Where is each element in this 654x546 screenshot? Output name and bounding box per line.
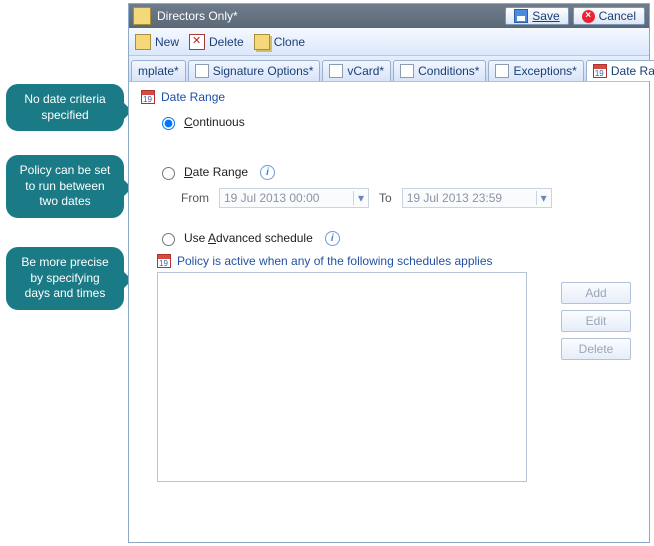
clock-icon [157, 254, 171, 268]
schedule-buttons: Add Edit Delete [561, 282, 631, 360]
info-icon[interactable]: i [260, 165, 275, 180]
tab-date-range[interactable]: Date Range [586, 60, 654, 81]
save-label: Save [532, 9, 559, 23]
schedule-description-text: Policy is active when any of the followi… [177, 254, 493, 268]
to-date-input[interactable]: 19 Jul 2013 23:59 ▾ [402, 188, 552, 208]
tab-label: Signature Options* [213, 64, 314, 78]
vcard-icon [329, 64, 343, 78]
section-title: Date Range [161, 90, 225, 104]
tab-label: Conditions* [418, 64, 479, 78]
cancel-label: Cancel [599, 9, 636, 23]
titlebar: Directors Only* Save × Cancel [129, 4, 649, 28]
delete-icon [189, 34, 205, 50]
clone-label: Clone [274, 35, 305, 49]
toolbar-delete[interactable]: Delete [189, 34, 244, 50]
chevron-down-icon: ▾ [536, 191, 547, 205]
conditions-icon [400, 64, 414, 78]
radio-date-range[interactable] [162, 167, 175, 180]
toolbar-clone[interactable]: Clone [254, 34, 305, 50]
to-label: To [379, 191, 392, 205]
cancel-icon: × [582, 10, 595, 23]
delete-label: Delete [209, 35, 244, 49]
document-icon [133, 7, 151, 25]
tab-conditions[interactable]: Conditions* [393, 60, 486, 81]
window-title: Directors Only* [157, 9, 501, 23]
option-continuous-label: Continuous [184, 115, 245, 129]
cancel-button[interactable]: × Cancel [573, 7, 645, 25]
tab-label: vCard* [347, 64, 384, 78]
date-range-row: From 19 Jul 2013 00:00 ▾ To 19 Jul 2013 … [181, 188, 637, 208]
callout-continuous: No date criteria specified [6, 84, 124, 131]
save-button[interactable]: Save [505, 7, 568, 25]
from-label: From [181, 191, 209, 205]
schedule-description: Policy is active when any of the followi… [157, 254, 637, 268]
option-date-range-label: Date Range [184, 165, 248, 179]
from-date-input[interactable]: 19 Jul 2013 00:00 ▾ [219, 188, 369, 208]
tab-template[interactable]: mplate* [131, 60, 186, 81]
radio-advanced-schedule[interactable] [162, 233, 175, 246]
tab-exceptions[interactable]: Exceptions* [488, 60, 583, 81]
edit-button[interactable]: Edit [561, 310, 631, 332]
tab-signature-options[interactable]: Signature Options* [188, 60, 321, 81]
tab-label: Date Range [611, 64, 654, 78]
app-window: Directors Only* Save × Cancel New Delete… [128, 3, 650, 543]
new-label: New [155, 35, 179, 49]
toolbar: New Delete Clone [129, 28, 649, 56]
add-button[interactable]: Add [561, 282, 631, 304]
new-icon [135, 34, 151, 50]
signature-icon [195, 64, 209, 78]
option-continuous[interactable]: Continuous [157, 114, 637, 130]
callout-advanced: Be more precise by specifying days and t… [6, 247, 124, 310]
callout-daterange: Policy can be set to run between two dat… [6, 155, 124, 218]
tab-label: mplate* [138, 64, 179, 78]
calendar-icon [593, 64, 607, 78]
save-icon [514, 9, 528, 23]
option-date-range[interactable]: Date Range i [157, 164, 637, 180]
clone-icon [254, 34, 270, 50]
tab-vcard[interactable]: vCard* [322, 60, 391, 81]
radio-continuous[interactable] [162, 117, 175, 130]
schedule-list[interactable] [157, 272, 527, 482]
info-icon[interactable]: i [325, 231, 340, 246]
chevron-down-icon: ▾ [353, 191, 364, 205]
option-advanced-label: Use Advanced schedule [184, 231, 313, 245]
calendar-icon [141, 90, 155, 104]
toolbar-new[interactable]: New [135, 34, 179, 50]
tab-content: Date Range Continuous Date Range i From … [129, 82, 649, 542]
exceptions-icon [495, 64, 509, 78]
delete-button[interactable]: Delete [561, 338, 631, 360]
tab-label: Exceptions* [513, 64, 576, 78]
section-header: Date Range [141, 90, 637, 104]
option-advanced-schedule[interactable]: Use Advanced schedule i [157, 230, 637, 246]
to-date-value: 19 Jul 2013 23:59 [407, 191, 502, 205]
tab-bar: mplate* Signature Options* vCard* Condit… [129, 56, 649, 82]
from-date-value: 19 Jul 2013 00:00 [224, 191, 319, 205]
